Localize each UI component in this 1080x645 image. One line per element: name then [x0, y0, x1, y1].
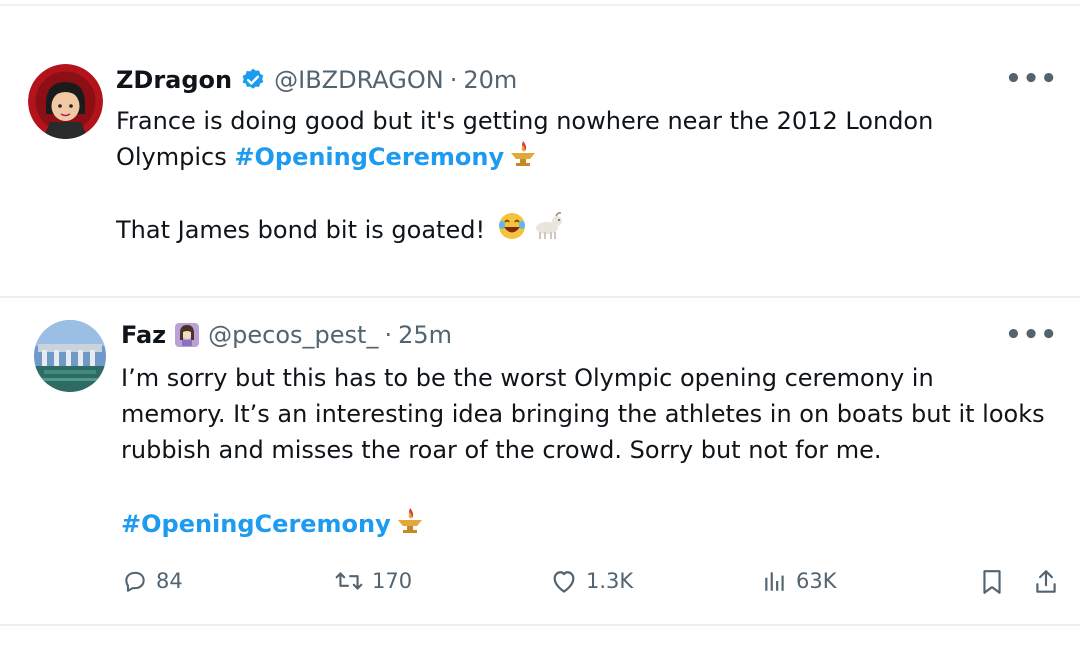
hashtag-link[interactable]: #OpeningCeremony — [121, 510, 391, 538]
verified-badge-icon — [240, 67, 266, 93]
tweet-text-line: I’m sorry but this has to be the worst O… — [121, 364, 934, 392]
tweet-zdragon[interactable]: ZDragon @IBZDRAGON · 20m ••• France is d… — [0, 40, 1080, 290]
views-icon — [765, 572, 784, 591]
separator: · — [384, 321, 393, 349]
views-button[interactable]: 63K — [762, 568, 837, 594]
laughing-emoji-icon — [497, 211, 527, 251]
tweet-text-line: That James bond bit is goated! — [116, 211, 565, 251]
handle[interactable]: @pecos_pest_ — [208, 321, 378, 349]
display-name[interactable]: Faz — [121, 321, 166, 349]
repost-button[interactable]: 170 — [334, 568, 412, 594]
tweet-text-line: Olympics #OpeningCeremony — [116, 139, 538, 177]
reply-count: 84 — [156, 569, 183, 593]
olympic-torch-icon — [508, 139, 538, 177]
timestamp[interactable]: 20m — [463, 66, 517, 94]
avatar[interactable] — [28, 64, 103, 139]
tweet-text: Olympics — [116, 143, 235, 171]
tweet-text-line: France is doing good but it's getting no… — [116, 107, 934, 135]
tweet-header: Faz @pecos_pest_ · 25m — [121, 321, 452, 349]
tweet-faz[interactable]: Faz @pecos_pest_ · 25m ••• I’m sorry but… — [0, 296, 1080, 626]
bookmark-icon — [983, 570, 1001, 594]
reply-icon — [125, 571, 145, 592]
tweet-header: ZDragon @IBZDRAGON · 20m — [116, 66, 517, 94]
share-icon — [1036, 570, 1056, 593]
olympic-torch-icon — [395, 506, 425, 544]
hashtag-link[interactable]: #OpeningCeremony — [234, 143, 504, 171]
tweet-text: That James bond bit is goated! — [116, 216, 493, 244]
timeline: ZDragon @IBZDRAGON · 20m ••• France is d… — [0, 0, 1080, 645]
bookmark-button[interactable] — [979, 568, 1013, 596]
handle[interactable]: @IBZDRAGON — [274, 66, 444, 94]
share-button[interactable] — [1033, 568, 1067, 596]
display-name[interactable]: ZDragon — [116, 66, 232, 94]
repost-icon — [335, 572, 363, 590]
like-button[interactable]: 1.3K — [550, 568, 633, 594]
woman-emoji-icon — [174, 322, 200, 348]
like-count: 1.3K — [586, 569, 634, 593]
more-icon[interactable]: ••• — [1005, 64, 1058, 94]
divider — [0, 4, 1080, 6]
repost-count: 170 — [372, 569, 413, 593]
tweet-text-line: #OpeningCeremony — [121, 506, 425, 544]
goat-emoji-icon — [531, 211, 565, 251]
more-icon[interactable]: ••• — [1005, 320, 1058, 350]
tweet-text-line: memory. It’s an interesting idea bringin… — [121, 400, 1045, 428]
timestamp[interactable]: 25m — [398, 321, 452, 349]
views-count: 63K — [796, 569, 837, 593]
separator: · — [449, 66, 458, 94]
avatar[interactable] — [34, 320, 106, 392]
reply-button[interactable]: 84 — [122, 568, 183, 594]
tweet-actions: 84 170 1.3K 63K — [0, 568, 1080, 604]
heart-icon — [553, 571, 575, 593]
tweet-text-line: rubbish and misses the roar of the crowd… — [121, 436, 882, 464]
